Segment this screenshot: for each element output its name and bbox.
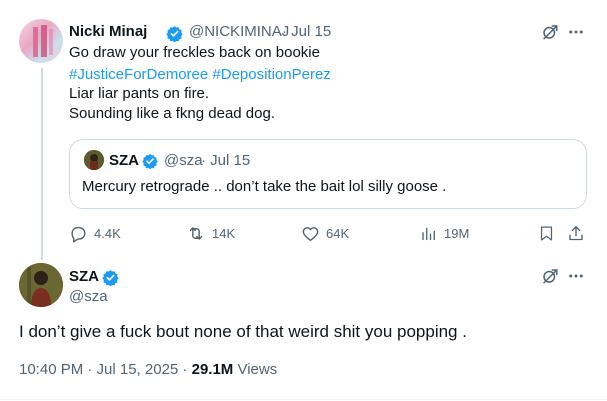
tweet2-author-name[interactable]: SZA	[69, 268, 99, 285]
hashtag-deposition-perez[interactable]: #DepositionPerez	[212, 66, 330, 83]
quote-time[interactable]: · Jul 15	[201, 152, 250, 169]
quote-author-name[interactable]: SZA	[109, 152, 139, 169]
reply-count: 4.4K	[94, 225, 121, 241]
tweet1-line-3: Liar liar pants on fire.	[69, 85, 210, 102]
verified-badge-icon	[166, 25, 183, 42]
repost-count: 14K	[212, 225, 236, 241]
tweet2-views-label: Views	[237, 361, 278, 378]
tweet2-views-count: 29.1M	[191, 361, 234, 378]
views-count: 19M	[444, 225, 470, 241]
reply-icon	[69, 224, 88, 243]
bookmark-icon[interactable]	[538, 224, 555, 243]
hashtag-justice-for-demoree[interactable]: #JusticeForDemoree	[69, 66, 208, 83]
tweet1-line-1: Go draw your freckles back on bookie	[69, 44, 320, 61]
more-dots-icon[interactable]	[567, 267, 585, 285]
sza-avatar[interactable]	[19, 263, 63, 307]
tweet1-author-name[interactable]: Nicki Minaj	[69, 23, 147, 40]
heart-icon	[301, 224, 320, 243]
quote-handle[interactable]: @sza	[164, 152, 203, 169]
like-count: 64K	[326, 225, 350, 241]
grok-icon[interactable]	[541, 267, 559, 285]
views-bar-icon	[420, 224, 438, 243]
quote-text: Mercury retrograde .. don’t take the bai…	[82, 178, 447, 195]
tweet2-text: I don’t give a fuck bout none of that we…	[19, 322, 467, 341]
quoted-tweet-card[interactable]	[69, 139, 587, 209]
tweet1-handle[interactable]: @NICKIMINAJ	[189, 23, 289, 40]
verified-badge-icon	[142, 153, 158, 169]
reply-button[interactable]: 4.4K	[69, 222, 121, 244]
tweet2-timestamp[interactable]: 10:40 PM · Jul 15, 2025 ·	[19, 361, 187, 378]
tweet2-handle[interactable]: @sza	[69, 288, 108, 305]
nicki-avatar[interactable]	[19, 19, 63, 63]
share-icon[interactable]	[567, 224, 585, 243]
tweet1-time[interactable]: · Jul 15	[282, 23, 331, 40]
tweet1-line-4: Sounding like a fkng dead dog.	[69, 105, 275, 122]
thread-connector-line	[41, 68, 43, 260]
tweet2-meta: 10:40 PM · Jul 15, 2025 · 29.1M Views	[19, 361, 277, 378]
like-button[interactable]: 64K	[301, 222, 349, 244]
repost-icon	[186, 224, 206, 243]
grok-icon[interactable]	[541, 23, 559, 41]
verified-badge-icon	[102, 269, 119, 286]
quote-sza-avatar[interactable]	[84, 150, 104, 170]
more-dots-icon[interactable]	[567, 23, 585, 41]
tweet1-hashtags: #JusticeForDemoree #DepositionPerez	[69, 66, 331, 83]
repost-button[interactable]: 14K	[186, 222, 235, 244]
views-button[interactable]: 19M	[420, 222, 469, 244]
bottom-divider	[0, 399, 607, 400]
